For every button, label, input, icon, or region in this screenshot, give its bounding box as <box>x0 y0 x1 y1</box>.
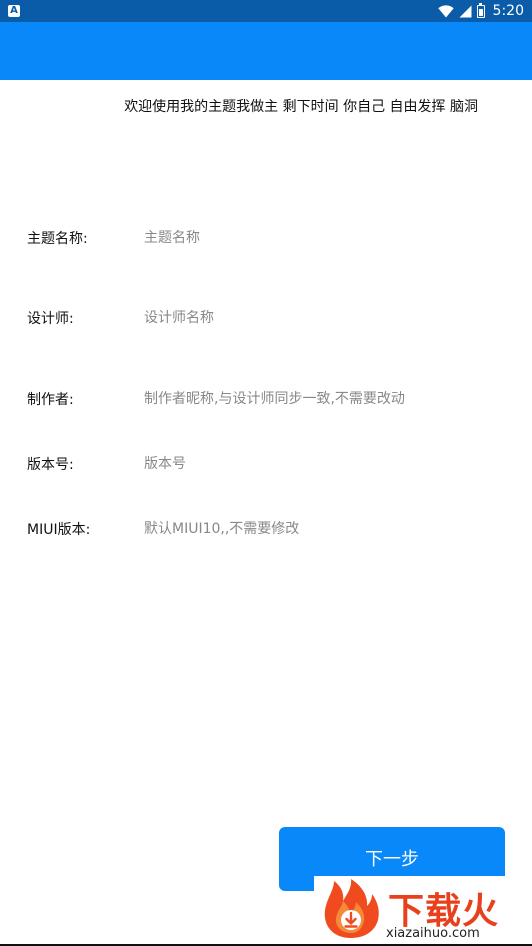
designer-input[interactable] <box>144 306 504 330</box>
author-label: 制作者: <box>27 392 74 408</box>
status-time: 5:20 <box>492 3 524 19</box>
wifi-icon <box>437 4 454 17</box>
miui-version-input[interactable] <box>144 517 504 541</box>
flame-logo-icon <box>324 879 379 938</box>
author-input[interactable] <box>144 387 504 411</box>
miui-version-label: MIUI版本: <box>27 522 91 538</box>
version-label: 版本号: <box>27 457 74 473</box>
app-screen: 5:20 欢迎使用我的主题我做主 剩下时间 你自己 自由发挥 脑洞 主题名称: … <box>0 0 532 946</box>
theme-name-label: 主题名称: <box>27 231 88 247</box>
app-bar <box>0 22 532 80</box>
welcome-text: 欢迎使用我的主题我做主 剩下时间 你自己 自由发挥 脑洞 <box>124 99 478 115</box>
designer-row: 设计师: <box>0 306 532 332</box>
version-input[interactable] <box>144 452 504 476</box>
notification-app-icon <box>8 4 20 17</box>
theme-name-input[interactable] <box>144 226 504 250</box>
watermark: 下载火 xiazaihuo.com <box>314 876 532 946</box>
version-row: 版本号: <box>0 452 532 478</box>
author-row: 制作者: <box>0 387 532 413</box>
designer-label: 设计师: <box>27 311 74 327</box>
cell-signal-icon <box>459 5 472 17</box>
theme-name-row: 主题名称: <box>0 226 532 252</box>
battery-icon <box>476 2 485 18</box>
miui-version-row: MIUI版本: <box>0 517 532 543</box>
status-indicators: 5:20 <box>437 0 524 22</box>
status-bar: 5:20 <box>0 0 532 22</box>
watermark-url: xiazaihuo.com <box>386 926 480 941</box>
